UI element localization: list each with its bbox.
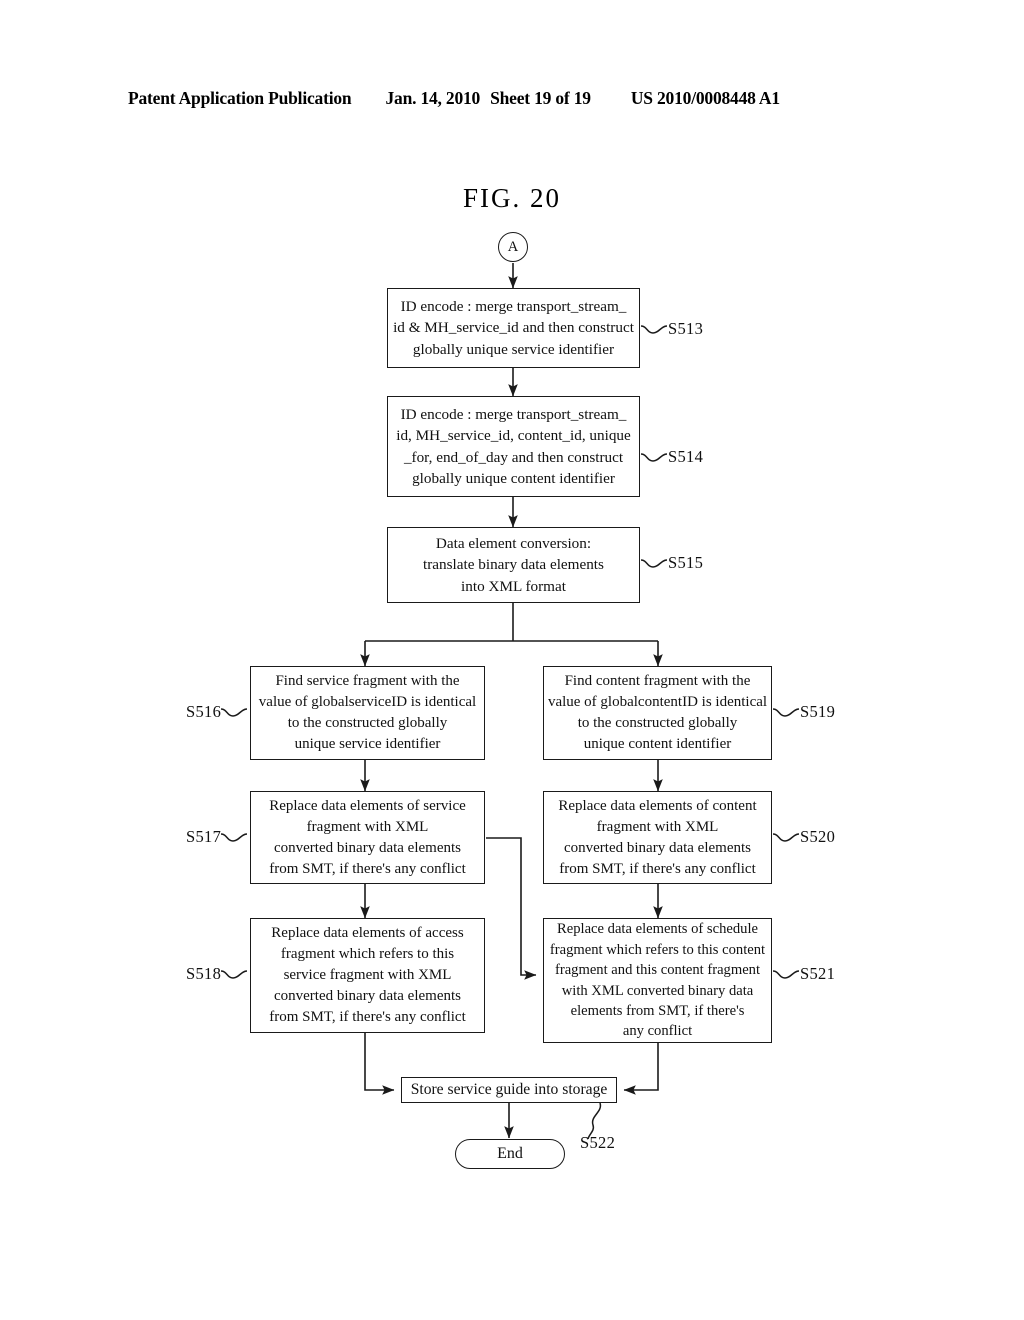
s516-line-3: to the constructed globally [287, 715, 448, 731]
s515-line-1: Data element conversion: [435, 535, 592, 553]
s521-line-3: fragment and this content fragment [554, 962, 761, 979]
process-box-s515[interactable]: Data element conversion: translate binar… [387, 527, 640, 603]
step-label-s516: S516 [186, 702, 222, 721]
flowchart: A ID encode : merge transport_stream_ id… [0, 0, 1024, 1320]
s516-line-2: value of globalserviceID is identical [258, 694, 477, 710]
s519-line-4: unique content identifier [583, 736, 732, 752]
leader-s513 [640, 325, 668, 334]
s513-line-3: globally unique service identifier [412, 340, 615, 358]
process-box-s514[interactable]: ID encode : merge transport_stream_ id, … [387, 396, 640, 497]
s520-line-3: converted binary data elements [563, 839, 751, 856]
s514-line-2: id, MH_service_id, content_id, unique [396, 427, 631, 445]
process-box-s516[interactable]: Find service fragment with the value of … [250, 666, 485, 760]
s517-line-2: fragment with XML [306, 818, 429, 835]
s520-line-2: fragment with XML [596, 818, 719, 835]
s518-line-2: fragment which refers to this [280, 946, 455, 962]
step-label-s518: S518 [186, 964, 222, 983]
s520-line-1: Replace data elements of content [558, 797, 757, 814]
s518-line-1: Replace data elements of access [271, 925, 464, 941]
connector-circle-a: A [498, 232, 528, 262]
step-label-s521: S521 [800, 964, 836, 983]
s517-line-1: Replace data elements of service [269, 797, 466, 814]
process-box-s519[interactable]: Find content fragment with the value of … [543, 666, 772, 760]
s517-line-3: converted binary data elements [273, 839, 461, 856]
process-box-s518[interactable]: Replace data elements of access fragment… [250, 918, 485, 1033]
step-label-s514: S514 [668, 447, 704, 466]
s515-line-3: into XML format [461, 577, 566, 595]
process-box-s521[interactable]: Replace data elements of schedule fragme… [543, 918, 772, 1043]
s513-line-1: ID encode : merge transport_stream_ [400, 298, 627, 316]
leader-s516 [220, 708, 248, 717]
s513-line-2: id & MH_service_id and then construct [393, 319, 634, 337]
s518-line-4: converted binary data elements [273, 988, 461, 1004]
leader-s518 [220, 970, 248, 979]
step-label-s522: S522 [580, 1133, 616, 1152]
s518-line-3: service fragment with XML [283, 967, 452, 983]
s521-line-5: elements from SMT, if there's [570, 1002, 745, 1019]
s517-line-4: from SMT, if there's any conflict [269, 860, 466, 877]
leader-s520 [772, 833, 800, 842]
connector-circle-a-label: A [507, 238, 519, 255]
s514-line-3: _for, end_of_day and then construct [403, 448, 624, 466]
step-label-s519: S519 [800, 702, 836, 721]
step-label-s515: S515 [668, 553, 704, 572]
s520-line-4: from SMT, if there's any conflict [559, 860, 756, 877]
leader-s517 [220, 833, 248, 842]
s521-line-2: fragment which refers to this content [549, 941, 766, 958]
process-box-s522-store-service-guide[interactable]: Store service guide into storage [401, 1077, 617, 1103]
terminator-end[interactable]: End [455, 1139, 565, 1169]
s522-line-1: Store service guide into storage [410, 1081, 608, 1099]
s518-line-5: from SMT, if there's any conflict [269, 1009, 466, 1025]
s521-line-4: with XML converted binary data [561, 982, 754, 999]
s519-line-2: value of globalcontentID is identical [547, 694, 768, 710]
s514-line-1: ID encode : merge transport_stream_ [400, 405, 627, 423]
leader-s514 [640, 453, 668, 462]
process-box-s513[interactable]: ID encode : merge transport_stream_ id &… [387, 288, 640, 368]
s519-line-1: Find content fragment with the [564, 673, 751, 689]
s516-line-4: unique service identifier [294, 736, 441, 752]
leader-s515 [640, 559, 668, 568]
s514-line-4: globally unique content identifier [412, 469, 615, 487]
step-label-s517: S517 [186, 827, 222, 846]
leader-s519 [772, 708, 800, 717]
leader-s521 [772, 970, 800, 979]
step-label-s520: S520 [800, 827, 836, 846]
process-box-s520[interactable]: Replace data elements of content fragmen… [543, 791, 772, 884]
s521-line-6: any conflict [622, 1023, 693, 1040]
s515-line-2: translate binary data elements [423, 556, 604, 574]
flowchart-connectors [360, 263, 663, 1140]
s519-line-3: to the constructed globally [577, 715, 738, 731]
terminator-end-label: End [497, 1145, 523, 1162]
process-box-s517[interactable]: Replace data elements of service fragmen… [250, 791, 485, 884]
s516-line-1: Find service fragment with the [275, 673, 460, 689]
s521-line-1: Replace data elements of schedule [557, 921, 758, 938]
step-label-s513: S513 [668, 319, 704, 338]
